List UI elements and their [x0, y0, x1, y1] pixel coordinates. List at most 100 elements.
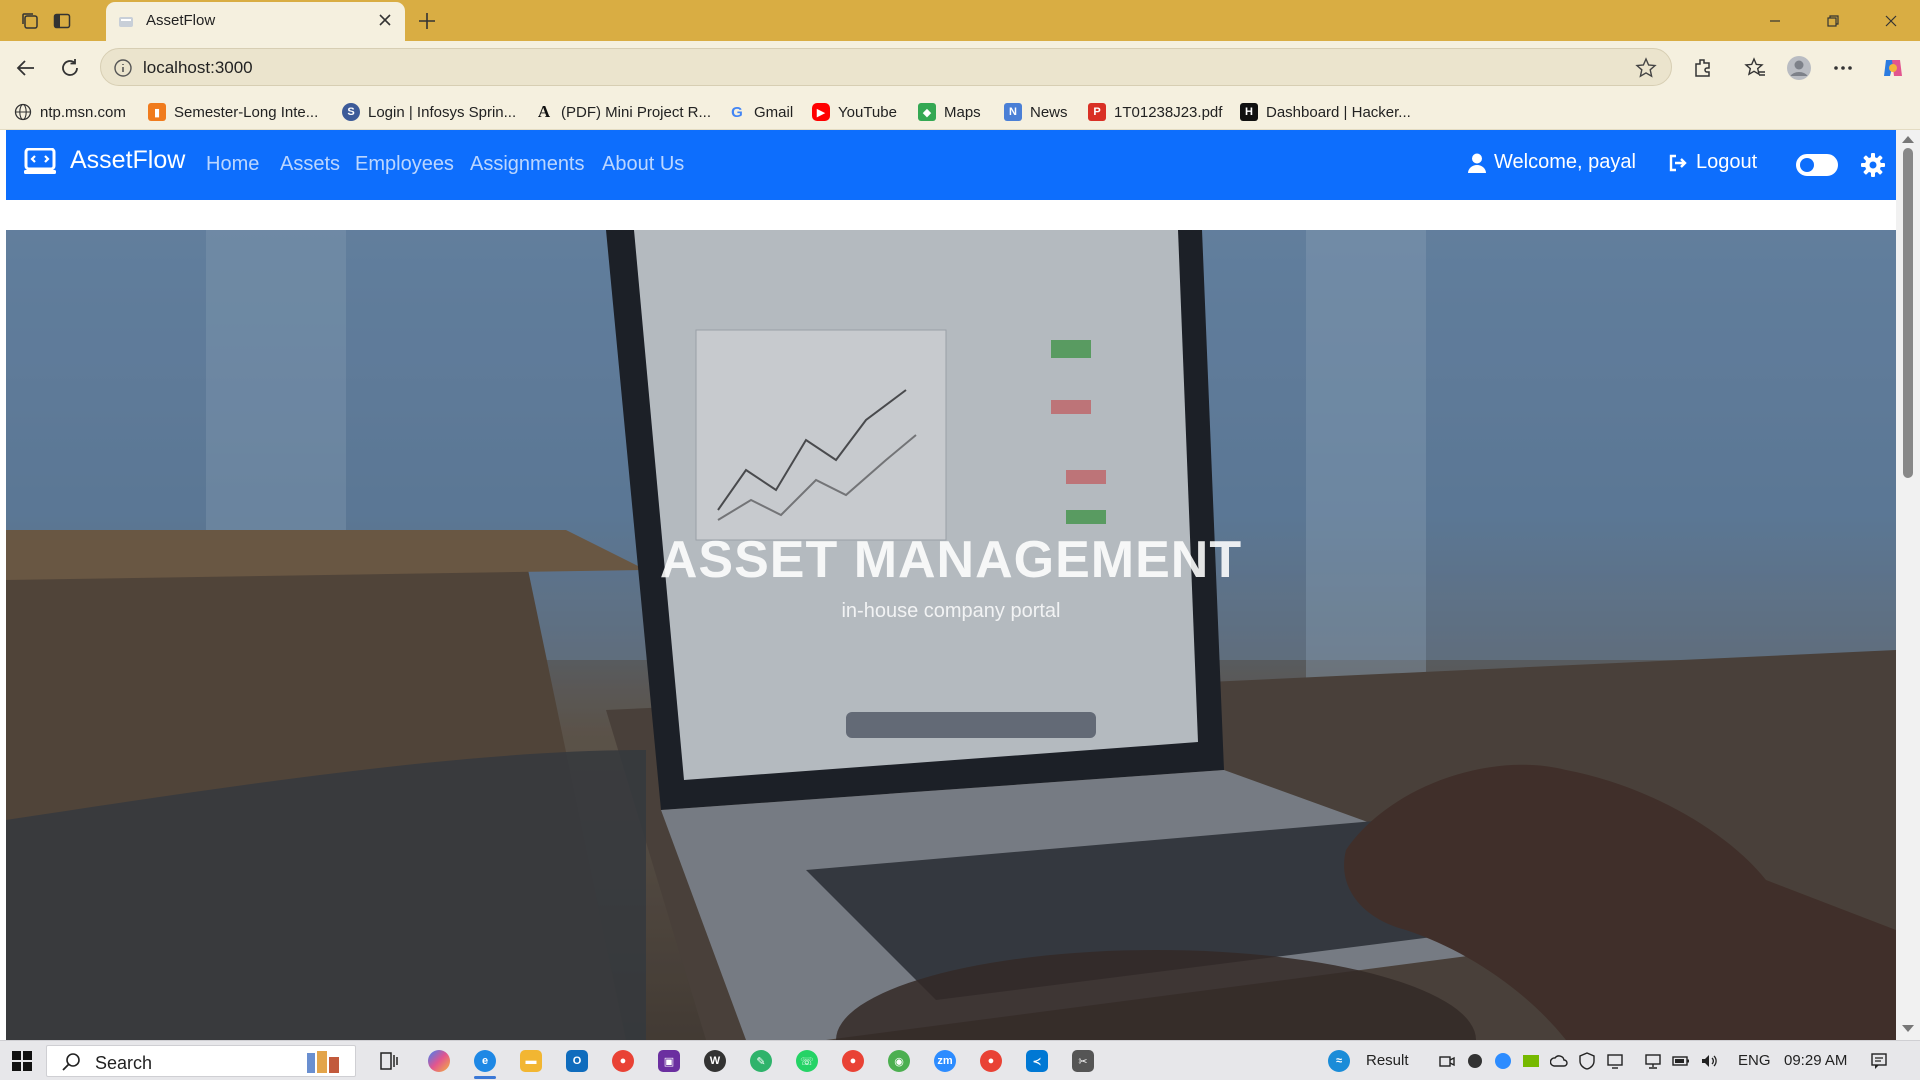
- whatsapp-icon[interactable]: ☏: [796, 1050, 818, 1072]
- logout-icon: [1669, 154, 1687, 171]
- page-scrollbar[interactable]: [1896, 130, 1920, 1040]
- zoom-icon[interactable]: zm: [934, 1050, 956, 1072]
- bookmark-pdf-project[interactable]: A (PDF) Mini Project R...: [535, 102, 711, 122]
- welcome-user: Welcome, payal: [1468, 151, 1636, 174]
- user-icon: [1468, 153, 1486, 173]
- zoom-tray-icon[interactable]: [1494, 1052, 1512, 1070]
- bookmark-pdf-file[interactable]: P 1T01238J23.pdf: [1088, 102, 1222, 122]
- welcome-text: Welcome, payal: [1494, 151, 1636, 173]
- globe-icon: [14, 103, 32, 121]
- meet-now-icon[interactable]: [1438, 1052, 1456, 1070]
- nav-link-assets[interactable]: Assets: [280, 153, 340, 176]
- wordpress-icon[interactable]: W: [704, 1050, 726, 1072]
- scroll-up-arrow-icon[interactable]: [1902, 136, 1914, 143]
- file-explorer-icon[interactable]: ▬: [520, 1050, 542, 1072]
- bookmark-infosys[interactable]: S Login | Infosys Sprin...: [342, 102, 516, 122]
- hackerrank-icon: H: [1240, 103, 1258, 121]
- scroll-thumb[interactable]: [1903, 148, 1913, 478]
- display-tray-icon[interactable]: [1606, 1052, 1624, 1070]
- windows-start-icon[interactable]: [12, 1051, 32, 1071]
- edge-browser-icon[interactable]: e: [474, 1050, 496, 1072]
- battery-icon[interactable]: [1672, 1052, 1690, 1070]
- close-tab-icon[interactable]: [375, 10, 395, 30]
- nav-link-assignments[interactable]: Assignments: [470, 153, 585, 176]
- search-icon: [62, 1053, 80, 1071]
- language-indicator[interactable]: ENG: [1738, 1052, 1771, 1069]
- weather-widget-text[interactable]: Result: [1366, 1052, 1409, 1069]
- bookmark-maps[interactable]: ◆ Maps: [918, 102, 981, 122]
- address-bar[interactable]: localhost:3000: [100, 48, 1672, 86]
- site-info-icon[interactable]: [113, 58, 133, 78]
- tab-title: AssetFlow: [146, 12, 216, 29]
- brand-link[interactable]: AssetFlow: [24, 146, 185, 175]
- hero-overlay: [6, 230, 1896, 1040]
- bookmark-news[interactable]: N News: [1004, 102, 1068, 122]
- bookmark-gmail[interactable]: G Gmail: [728, 102, 793, 122]
- refresh-icon[interactable]: [56, 54, 84, 82]
- google-icon: G: [731, 103, 743, 121]
- gear-icon[interactable]: [1860, 152, 1886, 178]
- nav-link-about-us[interactable]: About Us: [602, 153, 684, 176]
- snipping-tool-icon[interactable]: ✂: [1072, 1050, 1094, 1072]
- bookmark-hackerrank[interactable]: H Dashboard | Hacker...: [1240, 102, 1411, 122]
- scroll-down-arrow-icon[interactable]: [1902, 1025, 1914, 1032]
- logout-label: Logout: [1696, 151, 1758, 173]
- volume-icon[interactable]: [1700, 1052, 1718, 1070]
- bookmark-youtube[interactable]: ▶ YouTube: [812, 102, 897, 122]
- security-tray-icon[interactable]: [1466, 1052, 1484, 1070]
- windows-taskbar: Search e ▬ O ● ▣ W ✎ ☏ ● ◉ zm ● ≺ ✂ ≈ Re…: [0, 1040, 1920, 1080]
- browser-tab-active[interactable]: AssetFlow: [106, 2, 405, 41]
- hero-subtitle: in-house company portal: [841, 600, 1061, 622]
- outlook-icon[interactable]: O: [566, 1050, 588, 1072]
- app-navbar: AssetFlow Home Assets Employees Assignme…: [6, 130, 1896, 200]
- workspaces-icon[interactable]: [18, 9, 42, 33]
- store-app-icon[interactable]: ▣: [658, 1050, 680, 1072]
- close-window-icon[interactable]: [1876, 8, 1906, 34]
- nav-link-home[interactable]: Home: [206, 153, 259, 176]
- youtube-icon: ▶: [812, 103, 830, 121]
- profile-avatar-icon[interactable]: [1786, 55, 1812, 81]
- pdf-icon: P: [1088, 103, 1106, 121]
- address-text[interactable]: localhost:3000: [143, 58, 253, 78]
- chrome-icon[interactable]: ●: [612, 1050, 634, 1072]
- gamepad-app-icon[interactable]: ◉: [888, 1050, 910, 1072]
- onedrive-tray-icon[interactable]: [1550, 1052, 1568, 1070]
- theme-toggle-switch[interactable]: [1796, 154, 1838, 176]
- bookmark-semester[interactable]: ▮ Semester-Long Inte...: [148, 102, 318, 122]
- search-highlight-icon: [307, 1051, 339, 1073]
- chrome-profile-icon[interactable]: ●: [842, 1050, 864, 1072]
- vertical-tabs-icon[interactable]: [50, 9, 74, 33]
- laptop-code-icon: [24, 147, 56, 174]
- bookmark-ntp-msn[interactable]: ntp.msn.com: [14, 102, 126, 122]
- restore-icon[interactable]: [1818, 8, 1848, 34]
- extensions-icon[interactable]: [1690, 55, 1716, 81]
- notifications-icon[interactable]: [1870, 1052, 1888, 1070]
- green-app-icon[interactable]: ✎: [750, 1050, 772, 1072]
- copilot-icon[interactable]: [1880, 55, 1906, 81]
- brand-name: AssetFlow: [70, 146, 186, 174]
- more-options-icon[interactable]: [1830, 55, 1856, 81]
- minimize-icon[interactable]: [1760, 8, 1790, 34]
- favorite-star-icon[interactable]: [1635, 57, 1657, 79]
- clock-time[interactable]: 09:29 AM: [1784, 1052, 1847, 1069]
- favorites-icon[interactable]: [1742, 55, 1768, 81]
- academia-icon: A: [537, 102, 551, 121]
- new-tab-icon[interactable]: [414, 8, 440, 34]
- bookmarks-bar: ntp.msn.com ▮ Semester-Long Inte... S Lo…: [0, 94, 1920, 130]
- nav-link-employees[interactable]: Employees: [355, 153, 454, 176]
- copilot-app-icon[interactable]: [428, 1050, 450, 1072]
- taskbar-search[interactable]: Search: [46, 1045, 356, 1077]
- weather-widget-icon[interactable]: ≈: [1328, 1050, 1350, 1072]
- chrome-second-icon[interactable]: ●: [980, 1050, 1002, 1072]
- nvidia-tray-icon[interactable]: [1522, 1052, 1540, 1070]
- task-view-icon[interactable]: [378, 1050, 400, 1072]
- edge-active-indicator: [474, 1076, 496, 1079]
- vscode-icon[interactable]: ≺: [1026, 1050, 1048, 1072]
- maps-icon: ◆: [918, 103, 936, 121]
- shield-icon[interactable]: [1578, 1052, 1596, 1070]
- search-label: Search: [95, 1053, 153, 1073]
- logout-button[interactable]: Logout: [1668, 151, 1757, 174]
- network-icon[interactable]: [1644, 1052, 1662, 1070]
- page-favicon-icon: [119, 17, 133, 27]
- back-arrow-icon[interactable]: [12, 54, 40, 82]
